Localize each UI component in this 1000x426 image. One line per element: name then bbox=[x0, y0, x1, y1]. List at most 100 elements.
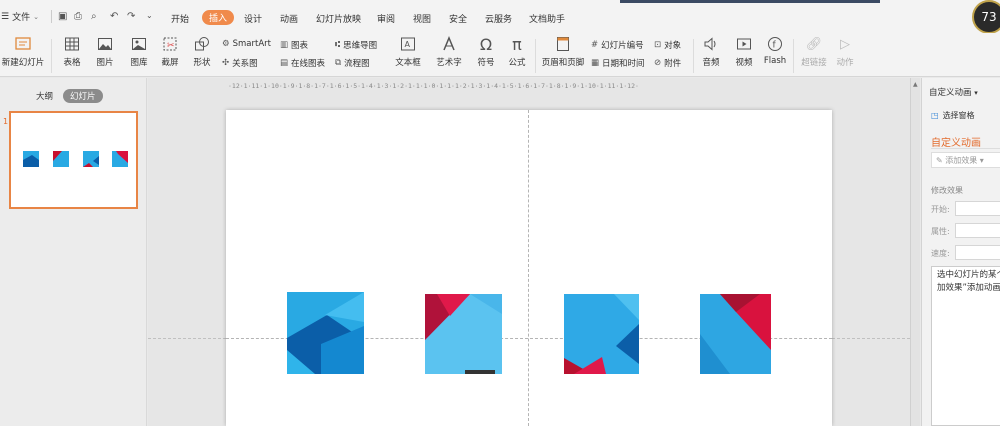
shape-label: 形状 bbox=[193, 58, 211, 68]
redo-icon[interactable]: ↷ bbox=[127, 11, 135, 22]
attachment-button[interactable]: ⊘ 附件 bbox=[654, 57, 681, 69]
vertical-scrollbar[interactable]: ▲ bbox=[910, 78, 920, 426]
video-button[interactable]: 视频 bbox=[730, 33, 758, 68]
tab-outline[interactable]: 大纲 bbox=[36, 90, 53, 102]
select-pane-icon: ◳ bbox=[931, 111, 939, 120]
chevron-down-icon: ⌄ bbox=[33, 12, 39, 21]
pi-icon: π bbox=[512, 34, 522, 54]
divider bbox=[693, 39, 694, 73]
thumb-image-2 bbox=[53, 151, 69, 167]
slide-image-1[interactable] bbox=[287, 292, 364, 374]
slide-thumbnail[interactable] bbox=[9, 111, 138, 209]
tab-design[interactable]: 设计 bbox=[244, 12, 262, 25]
speaker-icon bbox=[703, 35, 719, 53]
tab-doc-assistant[interactable]: 文档助手 bbox=[529, 12, 565, 25]
divider bbox=[535, 39, 536, 73]
slide-image-3[interactable] bbox=[564, 294, 639, 374]
file-menu[interactable]: ☰ 文件 ⌄ bbox=[1, 10, 39, 24]
header-footer-button[interactable]: 页眉和页脚 bbox=[540, 33, 586, 68]
smartart-icon: ⚙ bbox=[222, 39, 230, 49]
slide-number-button[interactable]: # 幻灯片编号 bbox=[591, 39, 644, 51]
online-chart-icon: ▤ bbox=[280, 58, 289, 68]
textbox-button[interactable]: A 文本框 bbox=[390, 33, 426, 68]
add-effect-button[interactable]: ✎ 添加效果 ▾ bbox=[931, 152, 1000, 168]
pencil-icon: ✎ bbox=[936, 156, 943, 165]
slide-image-2[interactable] bbox=[425, 294, 502, 374]
hint-line-1: 选中幻灯片的某个 bbox=[937, 270, 1000, 280]
flowchart-button[interactable]: ⧉ 流程图 bbox=[335, 57, 370, 69]
smartart-button[interactable]: ⚙ SmartArt bbox=[222, 39, 271, 49]
tab-home[interactable]: 开始 bbox=[171, 12, 189, 25]
chevron-down-icon: ▾ bbox=[974, 89, 978, 97]
gallery-button[interactable]: 图库 bbox=[125, 33, 153, 68]
object-button[interactable]: ⊡ 对象 bbox=[654, 39, 681, 51]
quick-access-dropdown-icon[interactable]: ⌄ bbox=[146, 11, 153, 20]
symbol-button[interactable]: Ω 符号 bbox=[472, 33, 500, 69]
slide[interactable] bbox=[226, 110, 832, 426]
mindmap-button[interactable]: ⑆ 思维导图 bbox=[335, 39, 377, 51]
property-select[interactable] bbox=[955, 223, 1000, 238]
online-chart-label: 在线图表 bbox=[291, 59, 326, 69]
tab-slides[interactable]: 幻灯片 bbox=[63, 89, 103, 103]
tab-insert[interactable]: 插入 bbox=[202, 10, 235, 25]
start-label: 开始: bbox=[931, 205, 950, 214]
smartart-label: SmartArt bbox=[232, 39, 271, 49]
tab-slideshow[interactable]: 幻灯片放映 bbox=[316, 12, 361, 25]
undo-icon[interactable]: ↶ bbox=[110, 11, 118, 22]
online-chart-button[interactable]: ▤ 在线图表 bbox=[280, 57, 325, 69]
divider bbox=[931, 148, 1000, 149]
datetime-button[interactable]: ▦ 日期和时间 bbox=[591, 57, 645, 69]
tab-cloud[interactable]: 云服务 bbox=[485, 12, 512, 25]
svg-text:✂: ✂ bbox=[167, 41, 175, 51]
thumb-image-3 bbox=[83, 151, 99, 167]
scroll-up-icon[interactable]: ▲ bbox=[913, 81, 918, 88]
vertical-guide bbox=[528, 110, 529, 426]
wordart-button[interactable]: 艺术字 bbox=[431, 33, 467, 68]
title-strip bbox=[0, 0, 1000, 4]
flowchart-icon: ⧉ bbox=[335, 58, 342, 68]
hyperlink-button[interactable]: 🔗︎ 超链接 bbox=[799, 33, 829, 69]
tab-security[interactable]: 安全 bbox=[449, 12, 467, 25]
start-select[interactable] bbox=[955, 201, 1000, 216]
new-slide-label: 新建幻灯片 bbox=[1, 58, 45, 68]
tab-review[interactable]: 审阅 bbox=[377, 12, 395, 25]
svg-text:f: f bbox=[773, 41, 777, 51]
animation-list[interactable]: 选中幻灯片的某个 加效果”添加动画 bbox=[931, 266, 1000, 426]
flash-button[interactable]: f Flash bbox=[762, 33, 788, 66]
picture-button[interactable]: 图片 bbox=[91, 33, 119, 68]
select-pane-button[interactable]: ◳ 选择窗格 bbox=[931, 110, 975, 121]
screenshot-button[interactable]: ✂ 截屏 bbox=[156, 33, 184, 68]
table-button[interactable]: 表格 bbox=[58, 33, 86, 68]
print-preview-icon[interactable]: ⌕ bbox=[91, 11, 97, 22]
action-button[interactable]: ▷ 动作 bbox=[832, 33, 858, 69]
tab-view[interactable]: 视图 bbox=[413, 12, 431, 25]
panel-title[interactable]: 自定义动画 ▾ bbox=[929, 86, 978, 98]
relation-button[interactable]: ✣ 关系图 bbox=[222, 57, 258, 69]
shape-button[interactable]: 形状 bbox=[188, 33, 216, 68]
gallery-label: 图库 bbox=[130, 58, 148, 68]
svg-text:A: A bbox=[405, 40, 411, 49]
slide-image-4[interactable] bbox=[700, 294, 771, 374]
audio-label: 音频 bbox=[702, 58, 720, 68]
panel-title-label: 自定义动画 bbox=[929, 88, 972, 98]
attachment-label: 附件 bbox=[664, 59, 682, 69]
audio-button[interactable]: 音频 bbox=[697, 33, 725, 68]
formula-button[interactable]: π 公式 bbox=[504, 33, 530, 69]
select-pane-label: 选择窗格 bbox=[942, 111, 975, 120]
modify-effect-label: 修改效果 bbox=[931, 186, 963, 195]
tab-animation[interactable]: 动画 bbox=[280, 12, 298, 25]
chart-label: 图表 bbox=[291, 41, 309, 51]
relation-label: 关系图 bbox=[232, 59, 258, 69]
save-icon[interactable]: ▣ bbox=[58, 11, 67, 22]
table-label: 表格 bbox=[63, 58, 81, 68]
new-slide-icon bbox=[14, 35, 32, 53]
flowchart-label: 流程图 bbox=[344, 59, 370, 69]
video-icon bbox=[736, 35, 752, 53]
chart-button[interactable]: ▥ 图表 bbox=[280, 39, 308, 51]
thumb-image-1 bbox=[23, 151, 39, 167]
play-icon: ▷ bbox=[840, 36, 850, 52]
speed-select[interactable] bbox=[955, 245, 1000, 260]
new-slide-button[interactable]: 新建幻灯片 bbox=[0, 33, 46, 68]
mindmap-label: 思维导图 bbox=[343, 41, 378, 51]
print-icon[interactable]: ⎙ bbox=[74, 11, 82, 22]
